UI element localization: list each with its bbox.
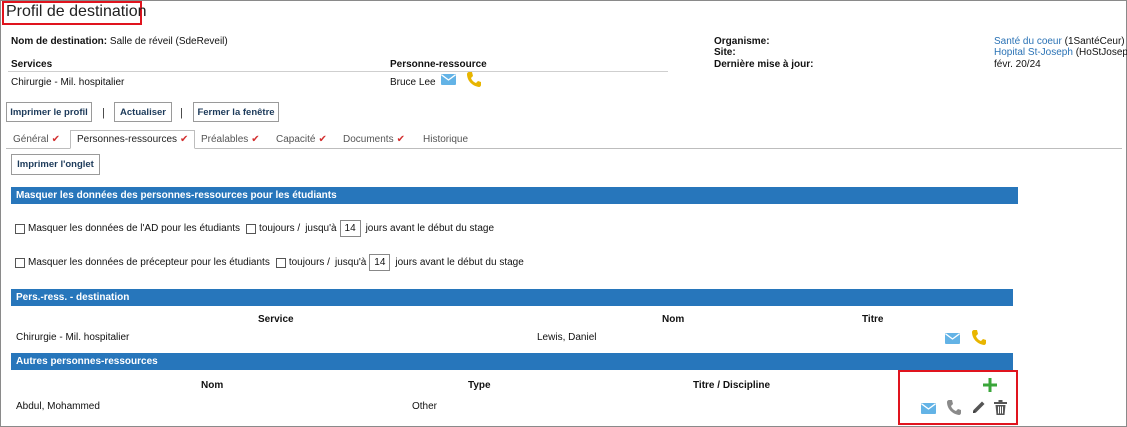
destination-contacts-header: Pers.-ress. - destination [11, 289, 1013, 306]
checkmark-icon: ✔ [251, 134, 260, 145]
dest-row-name: Lewis, Daniel [537, 332, 597, 343]
site-code: (HoStJoseph) [1075, 47, 1127, 58]
mask-ad-row: Masquer les données de l'AD pour les étu… [15, 220, 494, 237]
always-label: toujours / [288, 257, 330, 268]
col-type: Type [468, 380, 491, 391]
checkmark-icon: ✔ [318, 134, 327, 145]
updated-label: Dernière mise à jour: [714, 59, 814, 70]
services-header: Services [11, 59, 53, 70]
mask-preceptor-row: Masquer les données de précepteur pour l… [15, 254, 524, 271]
updated-value: févr. 20/24 [994, 59, 1041, 70]
mask-preceptor-label: Masquer les données de précepteur pour l… [28, 257, 270, 268]
col-title-discipline: Titre / Discipline [693, 380, 771, 391]
envelope-icon[interactable] [945, 333, 960, 347]
days-suffix: jours avant le début du stage [395, 257, 524, 268]
destination-label: Nom de destination: [11, 36, 108, 47]
envelope-icon[interactable] [441, 74, 456, 88]
org-link[interactable]: Santé du coeur [994, 36, 1062, 47]
toolbar-separator: | [102, 107, 105, 119]
checkmark-icon: ✔ [180, 134, 189, 145]
mask-ad-always-checkbox[interactable] [246, 223, 257, 234]
other-row-type: Other [412, 401, 438, 412]
print-tab-button[interactable]: Imprimer l'onglet [11, 154, 100, 175]
contact-value: Bruce Lee [390, 77, 436, 88]
checkmark-icon: ✔ [396, 134, 405, 145]
tab-label: Documents [343, 134, 394, 145]
tab-general[interactable]: Général ✔ [13, 130, 60, 149]
print-profile-button[interactable]: Imprimer le profil [6, 102, 92, 122]
phone-icon[interactable] [971, 329, 986, 348]
mask-section-header: Masquer les données des personnes-ressou… [11, 187, 1018, 204]
mask-ad-checkbox[interactable] [15, 223, 25, 234]
header-divider [8, 71, 668, 72]
service-value: Chirurgie - Mil. hospitalier [11, 77, 125, 88]
tab-label: Capacité [276, 134, 316, 145]
site-label: Site: [714, 47, 736, 58]
toolbar-separator: | [180, 107, 183, 119]
refresh-button[interactable]: Actualiser [114, 102, 172, 122]
phone-icon[interactable] [946, 399, 961, 418]
org-label: Organisme: [714, 36, 770, 47]
phone-icon[interactable] [466, 71, 481, 90]
trash-icon[interactable] [994, 400, 1007, 418]
tab-historique[interactable]: Historique [423, 130, 468, 149]
dest-row-service: Chirurgie - Mil. hospitalier [16, 332, 130, 343]
tab-label: Historique [423, 134, 469, 145]
tab-label: Personnes-ressources [77, 134, 178, 145]
mask-preceptor-always-checkbox[interactable] [275, 257, 286, 268]
tab-personnes-ressources[interactable]: Personnes-ressources ✔ [70, 130, 196, 149]
contact-header: Personne-ressource [390, 59, 487, 70]
always-label: toujours / [259, 223, 301, 234]
page-title: Profil de destination [6, 3, 147, 20]
org-value: Santé du coeur (1SantéCeur) [994, 36, 1125, 47]
destination-value: Salle de réveil (SdeReveil) [109, 36, 228, 47]
envelope-icon[interactable] [921, 403, 936, 417]
destination-name-row: Nom de destination: Salle de réveil (Sde… [11, 36, 228, 47]
mask-ad-label: Masquer les données de l'AD pour les étu… [28, 223, 241, 234]
tab-capacite[interactable]: Capacité ✔ [276, 130, 327, 149]
col-name: Nom [662, 314, 685, 325]
mask-preceptor-days-input[interactable]: 14 [369, 254, 391, 271]
days-suffix: jours avant le début du stage [365, 223, 495, 234]
plus-icon[interactable] [983, 378, 997, 395]
site-link[interactable]: Hopital St-Joseph [994, 47, 1073, 58]
checkmark-icon: ✔ [51, 134, 60, 145]
other-contacts-header: Autres personnes-ressources [11, 353, 1013, 370]
tab-documents[interactable]: Documents ✔ [343, 130, 405, 149]
col-name: Nom [201, 380, 224, 391]
tab-label: Préalables [201, 134, 249, 145]
other-row-name: Abdul, Mohammed [16, 401, 100, 412]
pencil-icon[interactable] [972, 400, 986, 417]
until-label: jusqu'à [334, 257, 367, 268]
site-value: Hopital St-Joseph (HoStJoseph) [994, 47, 1127, 58]
mask-ad-days-input[interactable]: 14 [339, 220, 361, 237]
org-code: (1SantéCeur) [1064, 36, 1125, 47]
mask-preceptor-checkbox[interactable] [15, 257, 25, 268]
tab-label: Général [13, 134, 49, 145]
tab-prealables[interactable]: Préalables ✔ [201, 130, 260, 149]
close-window-button[interactable]: Fermer la fenêtre [193, 102, 279, 122]
col-title: Titre [862, 314, 884, 325]
col-service: Service [258, 314, 294, 325]
until-label: jusqu'à [305, 223, 337, 234]
